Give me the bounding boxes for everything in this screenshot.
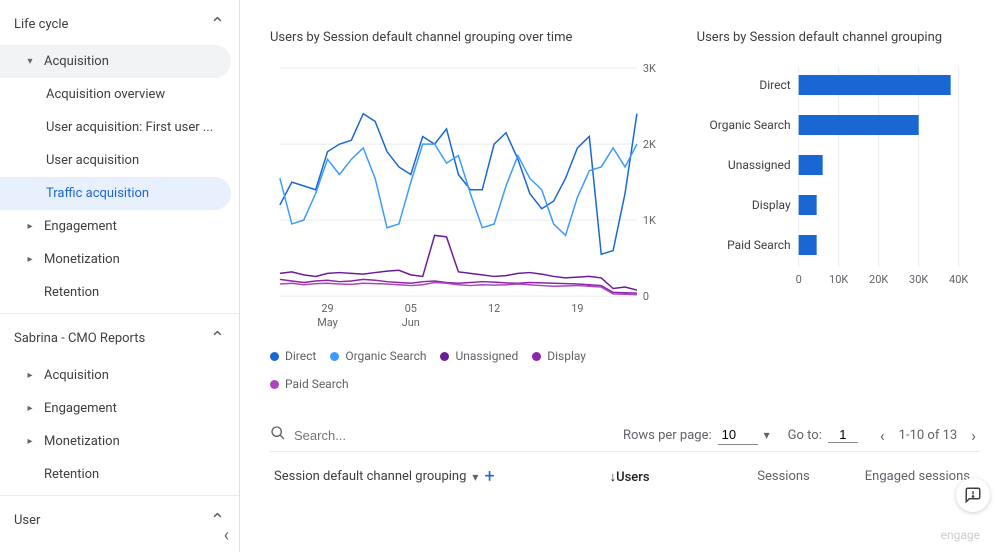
svg-text:0: 0 — [795, 273, 801, 286]
bar-chart: 0 10K 20K 30K 40K Direct Organic Search Unassig… — [697, 57, 980, 297]
rows-per-page-select[interactable] — [718, 425, 758, 445]
feedback-icon — [964, 486, 982, 504]
nav-cmo-retention[interactable]: Retention — [0, 458, 231, 491]
pager: ‹ 1-10 of 13 › — [876, 426, 980, 445]
svg-text:40K: 40K — [949, 273, 968, 286]
caret-down-icon: ▾ — [22, 56, 38, 67]
svg-text:30K: 30K — [909, 273, 928, 286]
svg-text:3K: 3K — [643, 62, 656, 75]
nav-label: User acquisition: First user ... — [46, 120, 213, 135]
nav-label: Traffic acquisition — [46, 186, 149, 201]
legend-display[interactable]: Display — [532, 349, 586, 363]
table-controls: Rows per page: ▾ Go to: ‹ 1-10 of 13 › — [270, 419, 980, 452]
section-label: User — [14, 513, 40, 528]
svg-text:Unassigned: Unassigned — [728, 158, 791, 172]
caret-right-icon: ▸ — [22, 254, 38, 265]
svg-text:20K: 20K — [869, 273, 888, 286]
search-input[interactable] — [294, 428, 414, 443]
prev-page-button[interactable]: ‹ — [876, 426, 889, 445]
nav-label: Acquisition — [44, 54, 109, 69]
caret-right-icon: ▸ — [22, 403, 38, 414]
line-chart-title: Users by Session default channel groupin… — [270, 30, 667, 45]
nav-label: Acquisition overview — [46, 87, 165, 102]
section-label: Life cycle — [14, 17, 68, 32]
svg-text:Paid Search: Paid Search — [727, 238, 791, 252]
next-page-button[interactable]: › — [967, 426, 980, 445]
nav-label: Retention — [44, 467, 99, 482]
chevron-up-icon: ⌃ — [210, 14, 225, 35]
collapse-sidebar-button[interactable]: ‹ — [224, 525, 229, 546]
page-range: 1-10 of 13 — [899, 428, 958, 443]
nav-label: User acquisition — [46, 153, 139, 168]
svg-text:29: 29 — [321, 302, 333, 315]
legend-organic[interactable]: Organic Search — [330, 349, 426, 363]
nav-engagement[interactable]: ▸ Engagement — [0, 210, 231, 243]
legend-unassigned[interactable]: Unassigned — [440, 349, 518, 363]
nav-traffic-acquisition[interactable]: Traffic acquisition — [0, 177, 231, 210]
line-chart-panel: Users by Session default channel groupin… — [270, 30, 667, 391]
line-chart: 0 1K 2K 3K 29May 05Jun 12 19 — [270, 57, 667, 337]
nav-label: Engagement — [44, 401, 117, 416]
feedback-button[interactable] — [956, 478, 990, 512]
dimension-header[interactable]: Session default channel grouping — [274, 469, 466, 484]
caret-right-icon: ▸ — [22, 221, 38, 232]
svg-text:10K: 10K — [829, 273, 848, 286]
nav-user-acquisition[interactable]: User acquisition — [0, 144, 231, 177]
svg-text:Organic Search: Organic Search — [709, 118, 790, 132]
search-icon[interactable] — [270, 425, 286, 445]
nav-user-acquisition-first[interactable]: User acquisition: First user ... — [0, 111, 231, 144]
nav-label: Monetization — [44, 252, 120, 267]
nav-cmo-acquisition[interactable]: ▸ Acquisition — [0, 359, 231, 392]
chevron-left-icon: ‹ — [224, 525, 229, 546]
section-life-cycle[interactable]: Life cycle ⌃ — [0, 4, 239, 45]
nav-retention[interactable]: Retention — [0, 276, 231, 309]
goto-label: Go to: — [788, 428, 822, 443]
section-cmo-reports[interactable]: Sabrina - CMO Reports ⌃ — [0, 313, 239, 359]
table-header: Session default channel grouping ▾ + ↓Us… — [270, 452, 980, 487]
nav-label: Acquisition — [44, 368, 109, 383]
svg-text:Direct: Direct — [759, 78, 790, 92]
caret-down-icon: ▾ — [764, 428, 770, 442]
legend-direct[interactable]: Direct — [270, 349, 316, 363]
goto-input[interactable] — [828, 427, 858, 443]
nav-label: Retention — [44, 285, 99, 300]
section-label: Sabrina - CMO Reports — [14, 331, 145, 346]
caret-right-icon: ▸ — [22, 370, 38, 381]
svg-text:Jun: Jun — [402, 316, 420, 329]
line-chart-legend: Direct Organic Search Unassigned Display… — [270, 349, 667, 391]
svg-text:0: 0 — [643, 290, 649, 303]
caret-right-icon: ▸ — [22, 436, 38, 447]
svg-text:May: May — [317, 316, 338, 329]
chevron-up-icon: ⌃ — [210, 328, 225, 349]
svg-text:1K: 1K — [643, 214, 656, 227]
nav-monetization[interactable]: ▸ Monetization — [0, 243, 231, 276]
svg-text:19: 19 — [571, 302, 583, 315]
svg-text:05: 05 — [405, 302, 417, 315]
bar-chart-panel: Users by Session default channel groupin… — [697, 30, 980, 391]
svg-text:12: 12 — [488, 302, 500, 315]
nav-label: Engagement — [44, 219, 117, 234]
column-sessions[interactable]: Sessions — [660, 469, 820, 484]
main-content: Users by Session default channel groupin… — [240, 0, 1000, 552]
nav-acquisition-overview[interactable]: Acquisition overview — [0, 78, 231, 111]
section-user[interactable]: User ⌃ — [0, 495, 239, 541]
legend-paid[interactable]: Paid Search — [270, 377, 349, 391]
nav-label: Monetization — [44, 434, 120, 449]
nav-cmo-engagement[interactable]: ▸ Engagement — [0, 392, 231, 425]
add-dimension-button[interactable]: + — [484, 466, 494, 487]
bar-chart-title: Users by Session default channel groupin… — [697, 30, 980, 45]
column-users[interactable]: ↓Users — [499, 469, 659, 485]
nav-cmo-monetization[interactable]: ▸ Monetization — [0, 425, 231, 458]
svg-text:Display: Display — [752, 198, 791, 212]
sidebar: Life cycle ⌃ ▾ Acquisition Acquisition o… — [0, 0, 240, 552]
faded-overflow-text: engage — [941, 528, 980, 542]
column-engaged-sessions[interactable]: Engaged sessions — [820, 469, 980, 484]
caret-down-icon[interactable]: ▾ — [472, 470, 478, 484]
svg-text:2K: 2K — [643, 138, 656, 151]
nav-acquisition[interactable]: ▾ Acquisition — [0, 45, 231, 78]
rows-per-page-label: Rows per page: — [623, 428, 712, 443]
